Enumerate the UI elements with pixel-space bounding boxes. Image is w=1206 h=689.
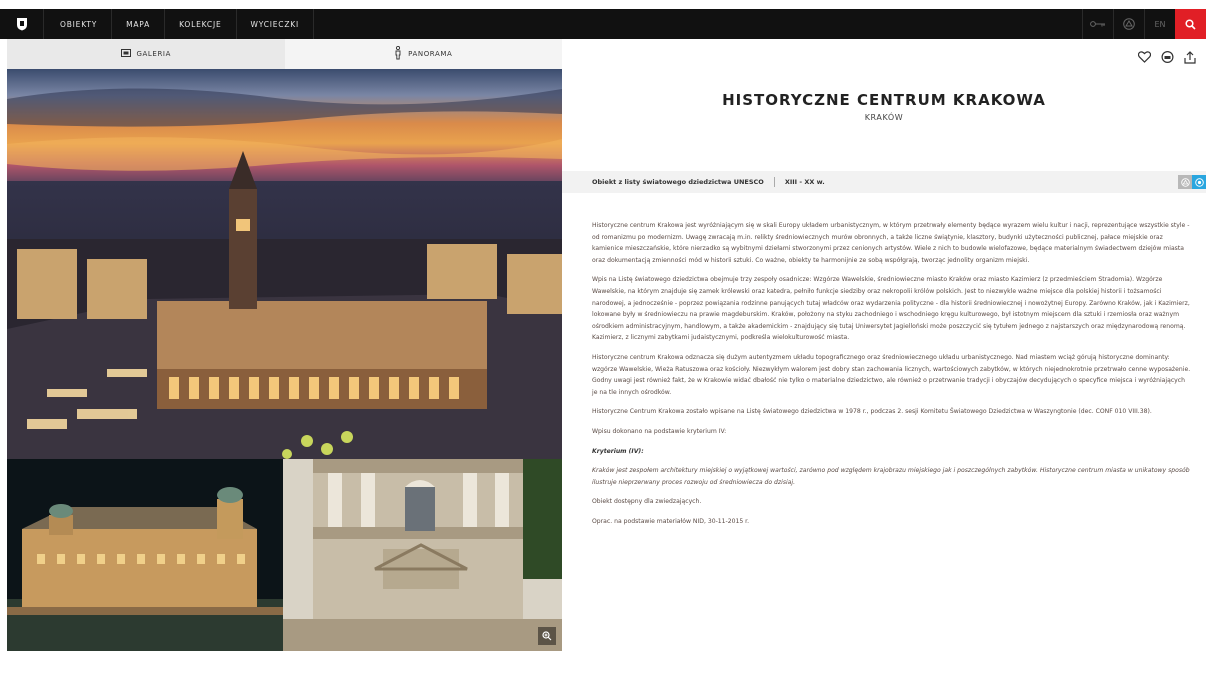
- zoom-button[interactable]: [538, 627, 556, 645]
- language-switch[interactable]: EN: [1144, 9, 1175, 39]
- print-button[interactable]: [1161, 51, 1174, 64]
- object-details: HISTORYCZNE CENTRUM KRAKOWA KRAKÓW Obiek…: [562, 39, 1206, 689]
- gallery-panel: GALERIA PANORAMA: [7, 39, 562, 651]
- share-button[interactable]: [1184, 51, 1196, 64]
- page-title: HISTORYCZNE CENTRUM KRAKOWA: [722, 91, 1046, 109]
- print-icon: [1161, 51, 1174, 63]
- favorite-button[interactable]: [1138, 51, 1151, 64]
- description-paragraph: Wpisu dokonano na podstawie kryterium IV…: [592, 427, 727, 435]
- description-paragraph: Historyczne centrum Krakowa jest wyróżni…: [592, 222, 1190, 264]
- tab-gallery[interactable]: GALERIA: [7, 39, 285, 69]
- description-paragraph: Wpis na Listę światowego dziedzictwa obe…: [592, 276, 1190, 342]
- nid-logo[interactable]: [0, 9, 44, 39]
- description-paragraph: Historyczne Centrum Krakowa zostało wpis…: [592, 408, 1152, 416]
- meta-divider: [773, 177, 775, 187]
- unesco-icon: [1123, 18, 1135, 30]
- tab-panorama-label: PANORAMA: [408, 50, 453, 58]
- search-icon: [1185, 18, 1196, 30]
- top-navbar: OBIEKTY MAPA KOLEKCJE WYCIECZKI EN: [0, 9, 1206, 39]
- unesco-status: Obiekt z listy światowego dziedzictwa UN…: [592, 178, 764, 186]
- gallery-photo-main[interactable]: [7, 69, 562, 459]
- world-heritage-icon[interactable]: [1192, 175, 1206, 189]
- gallery-photo-church[interactable]: [283, 459, 562, 651]
- share-icon: [1184, 51, 1196, 64]
- gallery-tabs: GALERIA PANORAMA: [7, 39, 562, 69]
- period-label: XIII - XX w.: [784, 178, 825, 186]
- nav-map[interactable]: MAPA: [112, 9, 166, 39]
- object-meta-bar: Obiekt z listy światowego dziedzictwa UN…: [562, 171, 1206, 193]
- nav-objects[interactable]: OBIEKTY: [44, 9, 113, 39]
- unesco-badge-icon[interactable]: [1178, 175, 1192, 189]
- tab-panorama[interactable]: PANORAMA: [285, 39, 563, 69]
- nav-collections[interactable]: KOLEKCJE: [165, 9, 237, 39]
- shield-logo-icon: [16, 18, 27, 31]
- source-note: Oprac. na podstawie materiałów NID, 30-1…: [592, 517, 750, 525]
- description-paragraph: Historyczne centrum Krakowa odznacza się…: [592, 353, 1191, 396]
- object-actions: [1138, 51, 1196, 64]
- main-nav: OBIEKTY MAPA KOLEKCJE WYCIECZKI: [44, 9, 315, 39]
- location-city: KRAKÓW: [864, 113, 904, 122]
- panorama-person-icon: [394, 45, 402, 62]
- zoom-in-icon: [542, 631, 552, 641]
- criterion-heading: Kryterium (IV):: [592, 447, 644, 455]
- tab-gallery-label: GALERIA: [136, 50, 171, 58]
- heart-icon: [1138, 51, 1151, 63]
- availability-note: Obiekt dostępny dla zwiedzających.: [592, 498, 702, 506]
- criterion-text: Kraków jest zespołem architektury miejsk…: [592, 467, 1190, 486]
- gallery-icon: [120, 49, 131, 59]
- nav-trips[interactable]: WYCIECZKI: [237, 9, 315, 39]
- unesco-filter-button[interactable]: [1113, 9, 1144, 39]
- object-description: Historyczne centrum Krakowa jest wyróżni…: [592, 220, 1192, 535]
- gallery-photo-wawel[interactable]: [7, 459, 283, 651]
- key-icon: [1090, 21, 1105, 27]
- search-button[interactable]: [1175, 9, 1206, 39]
- login-key-button[interactable]: [1082, 9, 1113, 39]
